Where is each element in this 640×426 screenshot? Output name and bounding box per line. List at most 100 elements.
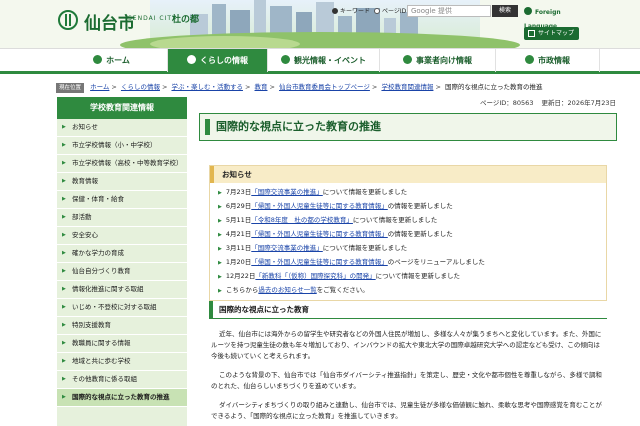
sitemap-button[interactable]: サイトマップ <box>524 27 579 40</box>
page-meta: ページID：80563 更新日：2026年7月23日 <box>466 97 616 107</box>
breadcrumb-link-school-info[interactable]: 学校教育関連情報 <box>381 83 433 91</box>
breadcrumb-link-home[interactable]: ホーム <box>90 83 109 91</box>
notice-list: ▶ 7月23日「国際交流事業の推進」について情報を更新しました ▶ 6月29日「帰国… <box>210 183 606 300</box>
sidebar-item-self-development[interactable]: 仙台自分づくり教育 <box>57 263 187 281</box>
notice-link[interactable]: 「帰国・外国人児童生徒等に関する教育情報」 <box>251 258 388 266</box>
notice-date: 3月11日 <box>225 244 252 252</box>
breadcrumb-current: 国際的な視点に立った教育の推進 <box>444 83 543 91</box>
nav-label: くらしの情報 <box>200 56 248 65</box>
breadcrumb-link-living[interactable]: くらしの情報 <box>121 83 160 91</box>
search-mode-keyword-radio[interactable]: キーワード <box>332 6 370 15</box>
nav-city-administration[interactable]: 市政情報 <box>496 49 600 72</box>
notice-link[interactable]: 「帰国・外国人児童生徒等に関する教育情報」 <box>251 202 388 210</box>
notice-suffix: について情報を更新しました <box>352 216 438 224</box>
search-button[interactable]: 検索 <box>492 5 518 17</box>
sitemap-label: サイトマップ <box>538 30 575 37</box>
sidebar-item-special-needs[interactable]: 特別支援教育 <box>57 317 187 335</box>
nav-home[interactable]: ホーム <box>56 49 168 72</box>
bullet-triangle-icon: ▶ <box>218 274 222 280</box>
family-icon <box>187 55 196 64</box>
nav-label: 観光情報・イベント <box>294 56 366 65</box>
notice-suffix: について情報を更新しました <box>375 272 460 280</box>
breadcrumb-separator: > <box>161 83 168 91</box>
updated-date: 更新日：2026年7月23日 <box>541 99 616 107</box>
breadcrumb-label: 現在位置 <box>56 83 85 93</box>
site-logo-subtitle: SENDAI CITY <box>128 15 177 22</box>
bullet-triangle-icon: ▶ <box>218 288 222 294</box>
radio-selected-icon <box>332 8 338 14</box>
notice-link[interactable]: 「国際交流事業の推進」 <box>251 244 323 252</box>
notice-link[interactable]: 「新教科「（仮称）国際探究科」の開発」 <box>255 272 375 280</box>
notice-suffix: について情報を更新しました <box>322 244 408 252</box>
sidebar-item-news[interactable]: お知らせ <box>57 119 187 137</box>
global-nav: ホーム くらしの情報 観光情報・イベント 事業者向け情報 市政情報 <box>0 48 640 74</box>
list-item: ▶ こちらから過去のお知らせ一覧をご覧ください。 <box>218 284 598 298</box>
breadcrumb-separator: > <box>244 83 251 91</box>
bullet-triangle-icon: ▶ <box>218 260 222 266</box>
bullet-triangle-icon: ▶ <box>218 246 222 252</box>
site-logo-mori: 杜の都 <box>172 15 200 25</box>
sidebar-item-health-pe-lunch[interactable]: 保健・体育・給食 <box>57 191 187 209</box>
sidebar-item-club-activities[interactable]: 部活動 <box>57 209 187 227</box>
sidebar-item-bullying-truancy[interactable]: いじめ・不登校に対する取組 <box>57 299 187 317</box>
page-id: ページID：80563 <box>479 99 534 107</box>
body-paragraph: 近年、仙台市には海外からの留学生や研究者などの外国人住民が増加し、多様な人々が集… <box>211 330 602 360</box>
notice-heading: お知らせ <box>210 166 606 183</box>
sidebar-item-high-school[interactable]: 市立学校情報（高校・中等教育学校） <box>57 155 187 173</box>
section-heading: 国際的な視点に立った教育 <box>209 301 607 319</box>
foreign-language-link[interactable]: Foreign Language <box>524 6 584 30</box>
green-hill-decoration <box>150 36 300 48</box>
past-notices-suffix: をご覧ください。 <box>316 286 369 294</box>
bullet-triangle-icon: ▶ <box>218 218 222 224</box>
nav-living-info[interactable]: くらしの情報 <box>168 49 268 72</box>
bullet-triangle-icon: ▶ <box>218 232 222 238</box>
sidebar-item-safety[interactable]: 安全安心 <box>57 227 187 245</box>
body-paragraph: ダイバーシティまちづくりの取り組みと連動し、仙台市では、児童生徒が多様な価値観に… <box>211 401 602 420</box>
sendai-city-emblem-icon[interactable] <box>58 10 78 30</box>
sidebar-item-international-education[interactable]: 国際的な視点に立った教育の推進 <box>57 389 187 407</box>
list-item: ▶ 4月21日「帰国・外国人児童生徒等に関する教育情報」の情報を更新しました <box>218 228 598 242</box>
nav-business-info[interactable]: 事業者向け情報 <box>380 49 496 72</box>
sidebar-item-other-initiatives[interactable]: その他教育に係る取組 <box>57 371 187 389</box>
sidebar-item-community-schools[interactable]: 地域と共に歩む学校 <box>57 353 187 371</box>
sidebar-item-teachers[interactable]: 教職員に関する情報 <box>57 335 187 353</box>
breadcrumb-link-education[interactable]: 教育 <box>255 83 268 91</box>
tourism-icon <box>281 55 290 64</box>
nav-label: 市政情報 <box>538 56 570 65</box>
body-paragraph: このような背景の下、仙台市では「仙台市ダイバーシティ推進指針」を策定し、歴史・文… <box>211 371 602 390</box>
notice-link[interactable]: 「国際交流事業の推進」 <box>251 188 323 196</box>
notice-link[interactable]: 「帰国・外国人児童生徒等に関する教育情報」 <box>251 230 388 238</box>
notice-date: 1月20日 <box>225 258 252 266</box>
breadcrumb-link-board-top[interactable]: 仙台市教育委員会トップページ <box>279 83 370 91</box>
notice-date: 7月23日 <box>225 188 252 196</box>
radio-label: ページID <box>382 8 407 15</box>
globe-icon <box>524 7 532 15</box>
notice-date: 5月11日 <box>225 216 252 224</box>
page-title: 国際的な視点に立った教育の推進 <box>199 113 617 141</box>
list-item: ▶ 1月20日「帰国・外国人児童生徒等に関する教育情報」のページをリニューアルしま… <box>218 256 598 270</box>
sidebar: 学校教育関連情報 お知らせ 市立学校情報（小・中学校） 市立学校情報（高校・中等… <box>57 97 187 426</box>
sidebar-item-education-info[interactable]: 教育情報 <box>57 173 187 191</box>
notice-date: 6月29日 <box>225 202 252 210</box>
notice-link[interactable]: 「令和8年度 杜の都の学校教育」 <box>251 216 353 224</box>
search-input[interactable]: Google 提供 <box>407 5 491 17</box>
notice-suffix: の情報を更新しました <box>387 230 453 238</box>
bullet-triangle-icon: ▶ <box>218 190 222 196</box>
notice-date: 12月22日 <box>225 272 256 280</box>
list-item: ▶ 7月23日「国際交流事業の推進」について情報を更新しました <box>218 186 598 200</box>
sidebar-item-elementary-junior[interactable]: 市立学校情報（小・中学校） <box>57 137 187 155</box>
sidebar-item-academic-ability[interactable]: 確かな学力の育成 <box>57 245 187 263</box>
city-hall-icon <box>525 55 534 64</box>
site-search: キーワード ページID Google 提供 検索 <box>332 5 518 35</box>
list-item: ▶ 5月11日「令和8年度 杜の都の学校教育」について情報を更新しました <box>218 214 598 228</box>
notice-suffix: の情報を更新しました <box>387 202 453 210</box>
search-mode-page-id-radio[interactable]: ページID <box>374 6 406 15</box>
sitemap-icon <box>528 30 535 37</box>
sidebar-item-digitalization[interactable]: 情報化推進に関する取組 <box>57 281 187 299</box>
past-notices-link[interactable]: 過去のお知らせ一覧 <box>258 286 316 294</box>
nav-tourism-events[interactable]: 観光情報・イベント <box>268 49 380 72</box>
radio-empty-icon <box>374 8 380 14</box>
breadcrumb-link-learn[interactable]: 学ぶ・楽しむ・活動する <box>171 83 243 91</box>
nav-label: 事業者向け情報 <box>416 56 472 65</box>
radio-label: キーワード <box>340 8 371 15</box>
